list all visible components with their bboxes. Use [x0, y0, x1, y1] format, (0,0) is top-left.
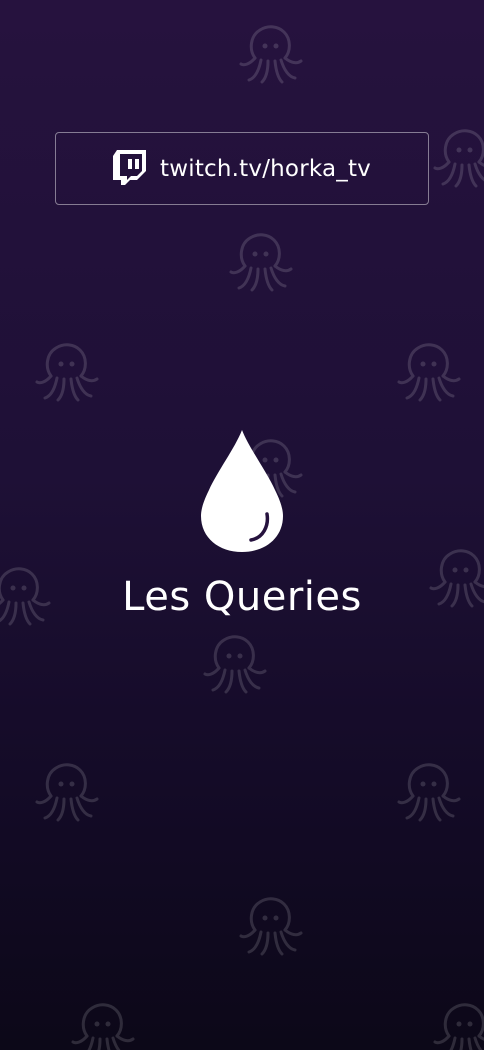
- octopus-icon: [228, 232, 294, 294]
- octopus-icon: [238, 896, 304, 958]
- octopus-icon: [432, 1002, 484, 1050]
- octopus-icon: [70, 1002, 136, 1050]
- brand-title: Les Queries: [122, 574, 362, 620]
- octopus-icon: [396, 342, 462, 404]
- water-drop-icon: [197, 428, 287, 554]
- twitch-icon: [113, 150, 146, 187]
- octopus-icon: [34, 762, 100, 824]
- octopus-icon: [202, 634, 268, 696]
- twitch-channel-link[interactable]: twitch.tv/horka_tv: [55, 132, 429, 205]
- twitch-link-label: twitch.tv/horka_tv: [160, 155, 371, 182]
- octopus-icon: [432, 128, 484, 190]
- brand-logo: Les Queries: [0, 428, 484, 620]
- octopus-icon: [238, 24, 304, 86]
- octopus-icon: [34, 342, 100, 404]
- octopus-icon: [396, 762, 462, 824]
